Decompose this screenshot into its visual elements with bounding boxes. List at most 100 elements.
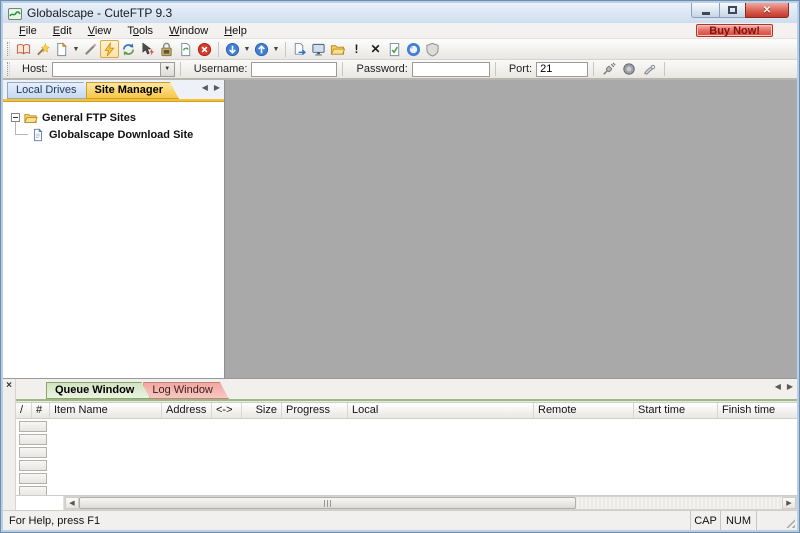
queue-row-grip (19, 421, 47, 432)
queue-tab-scroll-left-icon[interactable]: ◀ (775, 382, 781, 391)
tab-scroll-right-icon[interactable]: ▶ (214, 83, 220, 92)
scroll-left-icon[interactable]: ◀ (65, 497, 79, 509)
quick-connect-icon[interactable] (100, 40, 119, 58)
buy-now-button[interactable]: Buy Now! (696, 24, 773, 37)
resize-grip-icon[interactable] (782, 511, 797, 530)
edit-icon[interactable] (81, 40, 100, 58)
scroll-right-icon[interactable]: ▶ (782, 497, 796, 509)
menu-item-window[interactable]: Window (161, 24, 216, 38)
toolbar-grip[interactable] (7, 42, 10, 56)
security-icon[interactable] (157, 40, 176, 58)
left-panel: Local DrivesSite Manager ◀ ▶ General FTP… (3, 80, 225, 378)
column-header-item-name[interactable]: Item Name (50, 403, 162, 418)
column-header-finish-time[interactable]: Finish time (718, 403, 797, 418)
queue-row-grip (19, 460, 47, 471)
open-folder-icon[interactable] (328, 40, 347, 58)
port-input[interactable] (536, 62, 588, 77)
new-item-dropdown-icon[interactable]: ▼ (71, 40, 81, 58)
hostbar-buttons (599, 61, 659, 77)
username-input[interactable] (251, 62, 337, 77)
window-title: Globalscape - CuteFTP 9.3 (27, 6, 172, 20)
status-bar: For Help, press F1 CAP NUM (3, 510, 797, 530)
column-header-number[interactable]: # (32, 403, 50, 418)
priority-icon[interactable]: ! (347, 40, 366, 58)
tree-item-globalscape-download-site[interactable]: Globalscape Download Site (9, 126, 224, 143)
cancel-icon[interactable] (195, 40, 214, 58)
queue-panel: Queue WindowLog Window ◀ ▶ /#Item NameAd… (16, 379, 797, 510)
title-bar: Globalscape - CuteFTP 9.3 ✕ (3, 3, 797, 23)
tab-log-window[interactable]: Log Window (143, 382, 229, 399)
queue-row-grip (19, 434, 47, 445)
download-dropdown-icon[interactable]: ▼ (242, 40, 252, 58)
close-icon: ✕ (763, 5, 771, 16)
refresh-icon[interactable] (176, 40, 195, 58)
toolbar-separator (285, 42, 286, 57)
divider (180, 62, 181, 76)
disconnect-icon[interactable] (138, 40, 157, 58)
menu-item-tools[interactable]: Tools (119, 24, 161, 38)
tab-local-drives[interactable]: Local Drives (7, 82, 93, 99)
column-header-direction[interactable]: <-> (212, 403, 242, 418)
new-item-icon[interactable] (52, 40, 71, 58)
menu-item-edit[interactable]: Edit (45, 24, 80, 38)
password-input[interactable] (412, 62, 490, 77)
view-remote-icon[interactable] (309, 40, 328, 58)
column-header-local[interactable]: Local (348, 403, 534, 418)
browse-hand-icon[interactable] (640, 61, 658, 77)
column-header-progress[interactable]: Progress (282, 403, 348, 418)
queue-row-grips (16, 419, 50, 495)
menu-bar: FileEditViewToolsWindowHelp Buy Now! (3, 23, 797, 39)
host-bar: Host: ▼ Username: Password: Port: (3, 60, 797, 80)
download-icon[interactable] (223, 40, 242, 58)
toolbar-separator (218, 42, 219, 57)
column-header-address[interactable]: Address (162, 403, 212, 418)
tab-site-manager[interactable]: Site Manager (86, 82, 179, 99)
scrollbar-thumb[interactable] (79, 497, 576, 509)
left-tab-strip: Local DrivesSite Manager ◀ ▶ (3, 80, 224, 99)
column-header-size[interactable]: Size (242, 403, 282, 418)
verify-icon[interactable] (385, 40, 404, 58)
tree-collapse-icon[interactable] (11, 113, 20, 122)
host-input[interactable] (52, 62, 160, 77)
site-manager-icon[interactable] (14, 40, 33, 58)
host-dropdown-icon[interactable]: ▼ (160, 62, 175, 77)
queue-empty-area (50, 419, 797, 495)
shield-icon[interactable] (423, 40, 442, 58)
maximize-icon (728, 6, 737, 14)
minimize-button[interactable] (691, 3, 720, 18)
globe-icon[interactable] (404, 40, 423, 58)
dock-gutter: × (3, 379, 16, 510)
connect-plug-icon[interactable] (600, 61, 618, 77)
reconnect-icon[interactable] (119, 40, 138, 58)
tab-queue-window[interactable]: Queue Window (46, 382, 150, 399)
menu-item-view[interactable]: View (80, 24, 120, 38)
hscroll-spacer (16, 496, 64, 510)
horizontal-scrollbar[interactable]: ◀ ▶ (64, 496, 797, 510)
host-combo: ▼ (52, 62, 175, 77)
upload-dropdown-icon[interactable]: ▼ (271, 40, 281, 58)
menu-item-file[interactable]: File (11, 24, 45, 38)
abort-icon[interactable] (620, 61, 638, 77)
upload-icon[interactable] (252, 40, 271, 58)
delete-icon[interactable]: ✕ (366, 40, 385, 58)
connection-wizard-icon[interactable] (33, 40, 52, 58)
tree-item-general-ftp-sites[interactable]: General FTP Sites (9, 109, 224, 126)
menu-item-help[interactable]: Help (216, 24, 255, 38)
edit-document-icon[interactable] (290, 40, 309, 58)
queue-row-grip (19, 473, 47, 484)
queue-tab-scroll-right-icon[interactable]: ▶ (787, 382, 793, 391)
maximize-button[interactable] (719, 3, 746, 18)
queue-tab-strip: Queue WindowLog Window ◀ ▶ (16, 379, 797, 399)
column-header-remote[interactable]: Remote (534, 403, 634, 418)
remote-pane[interactable] (225, 80, 797, 378)
column-header-start-time[interactable]: Start time (634, 403, 718, 418)
hostbar-grip[interactable] (7, 62, 10, 76)
scrollbar-track[interactable] (576, 497, 782, 509)
close-button[interactable]: ✕ (745, 3, 789, 18)
column-header-slash[interactable]: / (16, 403, 32, 418)
left-tab-arrows: ◀ ▶ (202, 83, 220, 92)
tab-scroll-left-icon[interactable]: ◀ (202, 83, 208, 92)
left-tabs: Local DrivesSite Manager (7, 82, 172, 99)
panel-close-icon[interactable]: × (6, 381, 12, 391)
menu-items: FileEditViewToolsWindowHelp (11, 24, 255, 38)
